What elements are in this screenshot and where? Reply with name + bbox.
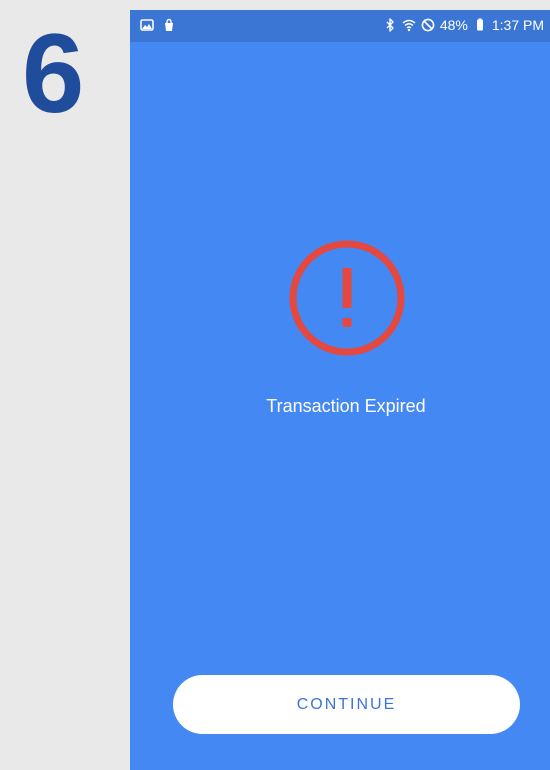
phone-screen: 48% 1:37 PM Transaction Expired CONTINUE [130, 10, 550, 770]
transaction-expired-message: Transaction Expired [266, 396, 426, 416]
step-number: 6 [22, 11, 85, 136]
continue-button[interactable]: CONTINUE [173, 675, 520, 734]
transaction-expired-screen: Transaction Expired CONTINUE [130, 10, 550, 770]
alert-icon [287, 238, 407, 358]
